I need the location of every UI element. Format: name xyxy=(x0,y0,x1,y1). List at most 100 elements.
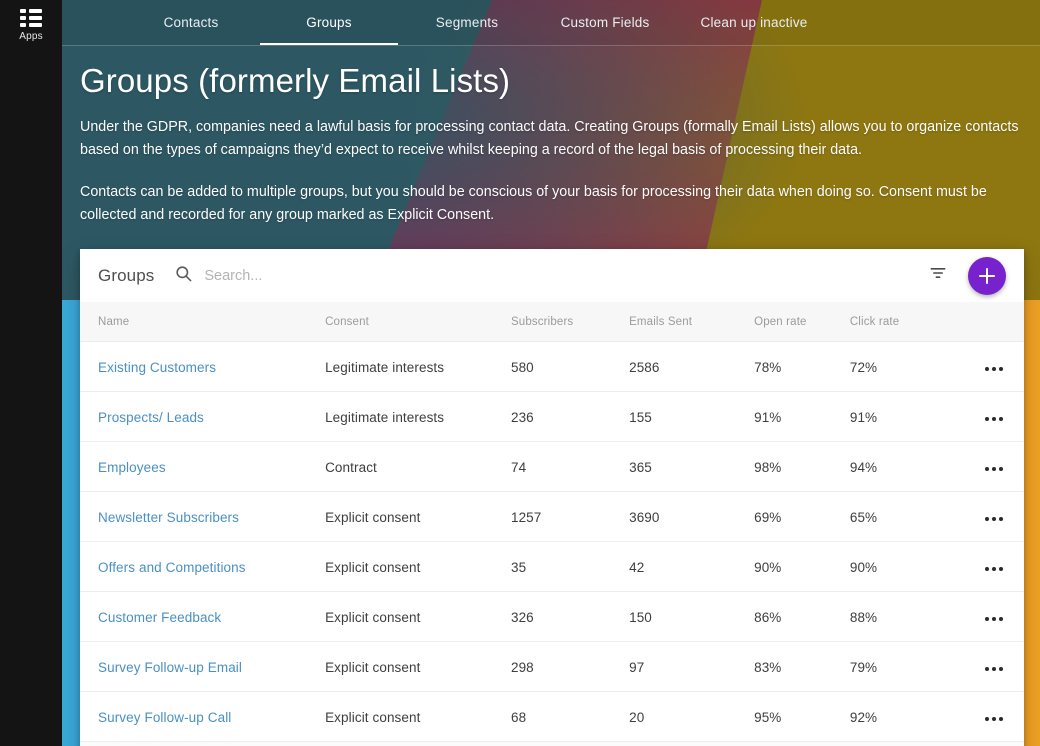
cell-open-rate: 69% xyxy=(754,492,850,542)
primary-tab-bar: Contacts Groups Segments Custom Fields C… xyxy=(62,0,1040,46)
cell-open-rate: 83% xyxy=(754,642,850,692)
column-header-open-rate[interactable]: Open rate xyxy=(754,302,850,342)
row-overflow-menu-button[interactable] xyxy=(979,413,1009,425)
toolbar-actions xyxy=(924,257,1006,295)
column-header-emails-sent[interactable]: Emails Sent xyxy=(629,302,754,342)
cell-actions xyxy=(965,342,1024,392)
cell-click-rate: 91% xyxy=(850,392,965,442)
row-overflow-menu-button[interactable] xyxy=(979,713,1009,725)
cell-name: Customer Feedback xyxy=(80,592,325,642)
table-row: EmployeesContract7436598%94% xyxy=(80,442,1024,492)
page-description-1: Under the GDPR, companies need a lawful … xyxy=(80,116,1026,162)
cell-open-rate: 78% xyxy=(754,342,850,392)
cell-click-rate: 90% xyxy=(850,542,965,592)
filter-button[interactable] xyxy=(924,262,952,290)
cell-subscribers: 35 xyxy=(511,542,629,592)
groups-table: Name Consent Subscribers Emails Sent Ope… xyxy=(80,302,1024,742)
table-row: Survey Follow-up Call Explicit consent682… xyxy=(80,692,1024,742)
cell-subscribers: 74 xyxy=(511,442,629,492)
table-row: Newsletter SubscribersExplicit consent12… xyxy=(80,492,1024,542)
group-name-link[interactable]: Survey Follow-up Email xyxy=(98,660,242,675)
tab-groups[interactable]: Groups xyxy=(260,0,398,45)
cell-subscribers: 68 xyxy=(511,692,629,742)
search-input[interactable] xyxy=(204,268,624,284)
cell-name: Existing Customers xyxy=(80,342,325,392)
column-header-consent[interactable]: Consent xyxy=(325,302,511,342)
page-title: Groups (formerly Email Lists) xyxy=(80,60,1026,102)
page-description-2: Contacts can be added to multiple groups… xyxy=(80,181,1026,227)
apps-grid-icon xyxy=(20,9,42,27)
app-rail: Apps xyxy=(0,0,62,746)
column-header-name[interactable]: Name xyxy=(80,302,325,342)
cell-emails-sent: 150 xyxy=(629,592,754,642)
row-overflow-menu-button[interactable] xyxy=(979,513,1009,525)
table-row: Customer FeedbackExplicit consent3261508… xyxy=(80,592,1024,642)
column-header-actions xyxy=(965,302,1024,342)
search-icon xyxy=(174,264,193,288)
table-row: Prospects/ Leads Legitimate interests2361… xyxy=(80,392,1024,442)
cell-emails-sent: 2586 xyxy=(629,342,754,392)
group-name-link[interactable]: Existing Customers xyxy=(98,360,216,375)
apps-button[interactable]: Apps xyxy=(3,9,59,43)
cell-actions xyxy=(965,692,1024,742)
cell-click-rate: 92% xyxy=(850,692,965,742)
cell-subscribers: 236 xyxy=(511,392,629,442)
cell-emails-sent: 155 xyxy=(629,392,754,442)
table-header: Name Consent Subscribers Emails Sent Ope… xyxy=(80,302,1024,342)
cell-click-rate: 65% xyxy=(850,492,965,542)
table-body: Existing CustomersLegitimate interests58… xyxy=(80,342,1024,742)
cell-name: Offers and Competitions xyxy=(80,542,325,592)
cell-consent: Explicit consent xyxy=(325,592,511,642)
tab-segments[interactable]: Segments xyxy=(398,0,536,45)
cell-click-rate: 88% xyxy=(850,592,965,642)
group-name-link[interactable]: Offers and Competitions xyxy=(98,560,246,575)
row-overflow-menu-button[interactable] xyxy=(979,613,1009,625)
cell-open-rate: 91% xyxy=(754,392,850,442)
tab-custom-fields[interactable]: Custom Fields xyxy=(536,0,674,45)
cell-open-rate: 86% xyxy=(754,592,850,642)
filter-funnel-icon xyxy=(928,263,948,288)
group-name-link[interactable]: Survey Follow-up Call xyxy=(98,710,231,725)
plus-icon xyxy=(979,268,995,284)
row-overflow-menu-button[interactable] xyxy=(979,663,1009,675)
cell-actions xyxy=(965,542,1024,592)
app-screen: Apps Contacts Groups Segments Custom Fie… xyxy=(0,0,1040,746)
cell-emails-sent: 3690 xyxy=(629,492,754,542)
cell-click-rate: 72% xyxy=(850,342,965,392)
cell-open-rate: 90% xyxy=(754,542,850,592)
groups-card: Groups xyxy=(80,249,1024,746)
cell-consent: Contract xyxy=(325,442,511,492)
cell-consent: Legitimate interests xyxy=(325,392,511,442)
row-overflow-menu-button[interactable] xyxy=(979,563,1009,575)
group-name-link[interactable]: Newsletter Subscribers xyxy=(98,510,239,525)
cell-consent: Legitimate interests xyxy=(325,342,511,392)
group-name-link[interactable]: Customer Feedback xyxy=(98,610,221,625)
apps-label: Apps xyxy=(19,31,43,43)
cell-open-rate: 98% xyxy=(754,442,850,492)
cell-subscribers: 1257 xyxy=(511,492,629,542)
group-name-link[interactable]: Prospects/ Leads xyxy=(98,410,204,425)
column-header-click-rate[interactable]: Click rate xyxy=(850,302,965,342)
group-name-link[interactable]: Employees xyxy=(98,460,166,475)
tab-contacts[interactable]: Contacts xyxy=(122,0,260,45)
cell-subscribers: 298 xyxy=(511,642,629,692)
row-overflow-menu-button[interactable] xyxy=(979,363,1009,375)
table-row: Offers and CompetitionsExplicit consent3… xyxy=(80,542,1024,592)
table-row: Existing CustomersLegitimate interests58… xyxy=(80,342,1024,392)
cell-consent: Explicit consent xyxy=(325,642,511,692)
cell-name: Newsletter Subscribers xyxy=(80,492,325,542)
column-header-subscribers[interactable]: Subscribers xyxy=(511,302,629,342)
cell-emails-sent: 365 xyxy=(629,442,754,492)
cell-consent: Explicit consent xyxy=(325,692,511,742)
cell-click-rate: 79% xyxy=(850,642,965,692)
tab-clean-up-inactive[interactable]: Clean up inactive xyxy=(674,0,834,45)
cell-emails-sent: 42 xyxy=(629,542,754,592)
cell-actions xyxy=(965,642,1024,692)
row-overflow-menu-button[interactable] xyxy=(979,463,1009,475)
cell-name: Survey Follow-up Call xyxy=(80,692,325,742)
card-title: Groups xyxy=(98,266,154,286)
add-group-button[interactable] xyxy=(968,257,1006,295)
cell-emails-sent: 20 xyxy=(629,692,754,742)
cell-open-rate: 95% xyxy=(754,692,850,742)
cell-actions xyxy=(965,592,1024,642)
